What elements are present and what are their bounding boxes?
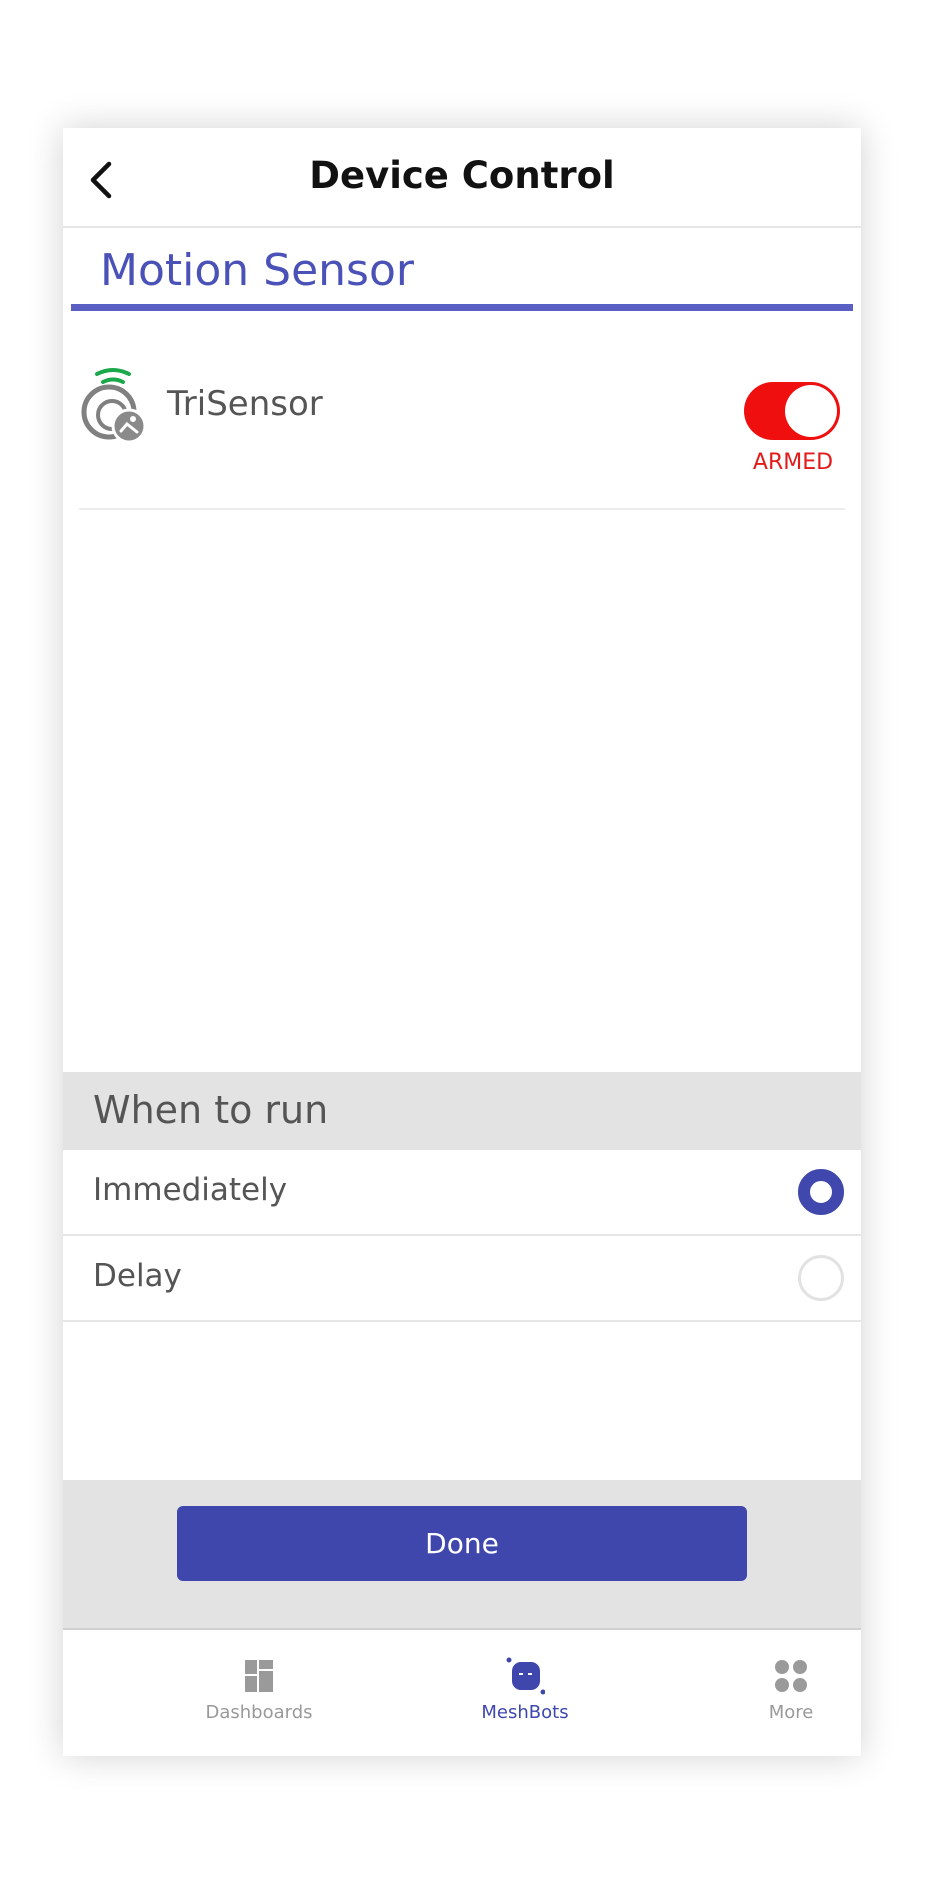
nav-meshbots[interactable]: MeshBots bbox=[425, 1644, 625, 1744]
dashboard-icon bbox=[245, 1660, 273, 1692]
nav-label: Dashboards bbox=[205, 1702, 313, 1723]
more-grid-icon bbox=[775, 1660, 807, 1692]
nav-label: MeshBots bbox=[481, 1702, 569, 1723]
app-screen: Device Control Motion Sensor TriSensor A… bbox=[63, 128, 861, 1756]
meshbot-icon bbox=[506, 1657, 545, 1695]
motion-sensor-icon bbox=[81, 368, 147, 444]
option-label: Immediately bbox=[93, 1172, 288, 1208]
radio-selected-icon[interactable] bbox=[798, 1169, 844, 1215]
toggle-status-label: ARMED bbox=[752, 450, 834, 475]
when-to-run-title: When to run bbox=[93, 1088, 329, 1132]
header-bar: Device Control bbox=[63, 128, 861, 228]
nav-more[interactable]: More bbox=[691, 1644, 861, 1744]
bottom-nav: Dashboards MeshBots More bbox=[63, 1630, 861, 1756]
nav-label: More bbox=[768, 1702, 814, 1723]
done-button[interactable]: Done bbox=[177, 1506, 747, 1581]
device-row: TriSensor ARMED bbox=[79, 360, 845, 510]
device-name: TriSensor bbox=[167, 384, 323, 424]
nav-dashboards[interactable]: Dashboards bbox=[159, 1644, 359, 1744]
page-title: Device Control bbox=[309, 154, 615, 197]
toggle-knob bbox=[785, 385, 837, 437]
section-title: Motion Sensor bbox=[100, 245, 414, 296]
done-footer: Done bbox=[63, 1480, 861, 1630]
radio-unselected-icon[interactable] bbox=[798, 1255, 844, 1301]
option-immediately[interactable]: Immediately bbox=[63, 1150, 861, 1236]
section-underline bbox=[71, 304, 853, 311]
option-label: Delay bbox=[93, 1258, 182, 1294]
when-to-run-header: When to run bbox=[63, 1072, 861, 1150]
armed-toggle[interactable] bbox=[744, 382, 840, 440]
option-delay[interactable]: Delay bbox=[63, 1236, 861, 1322]
